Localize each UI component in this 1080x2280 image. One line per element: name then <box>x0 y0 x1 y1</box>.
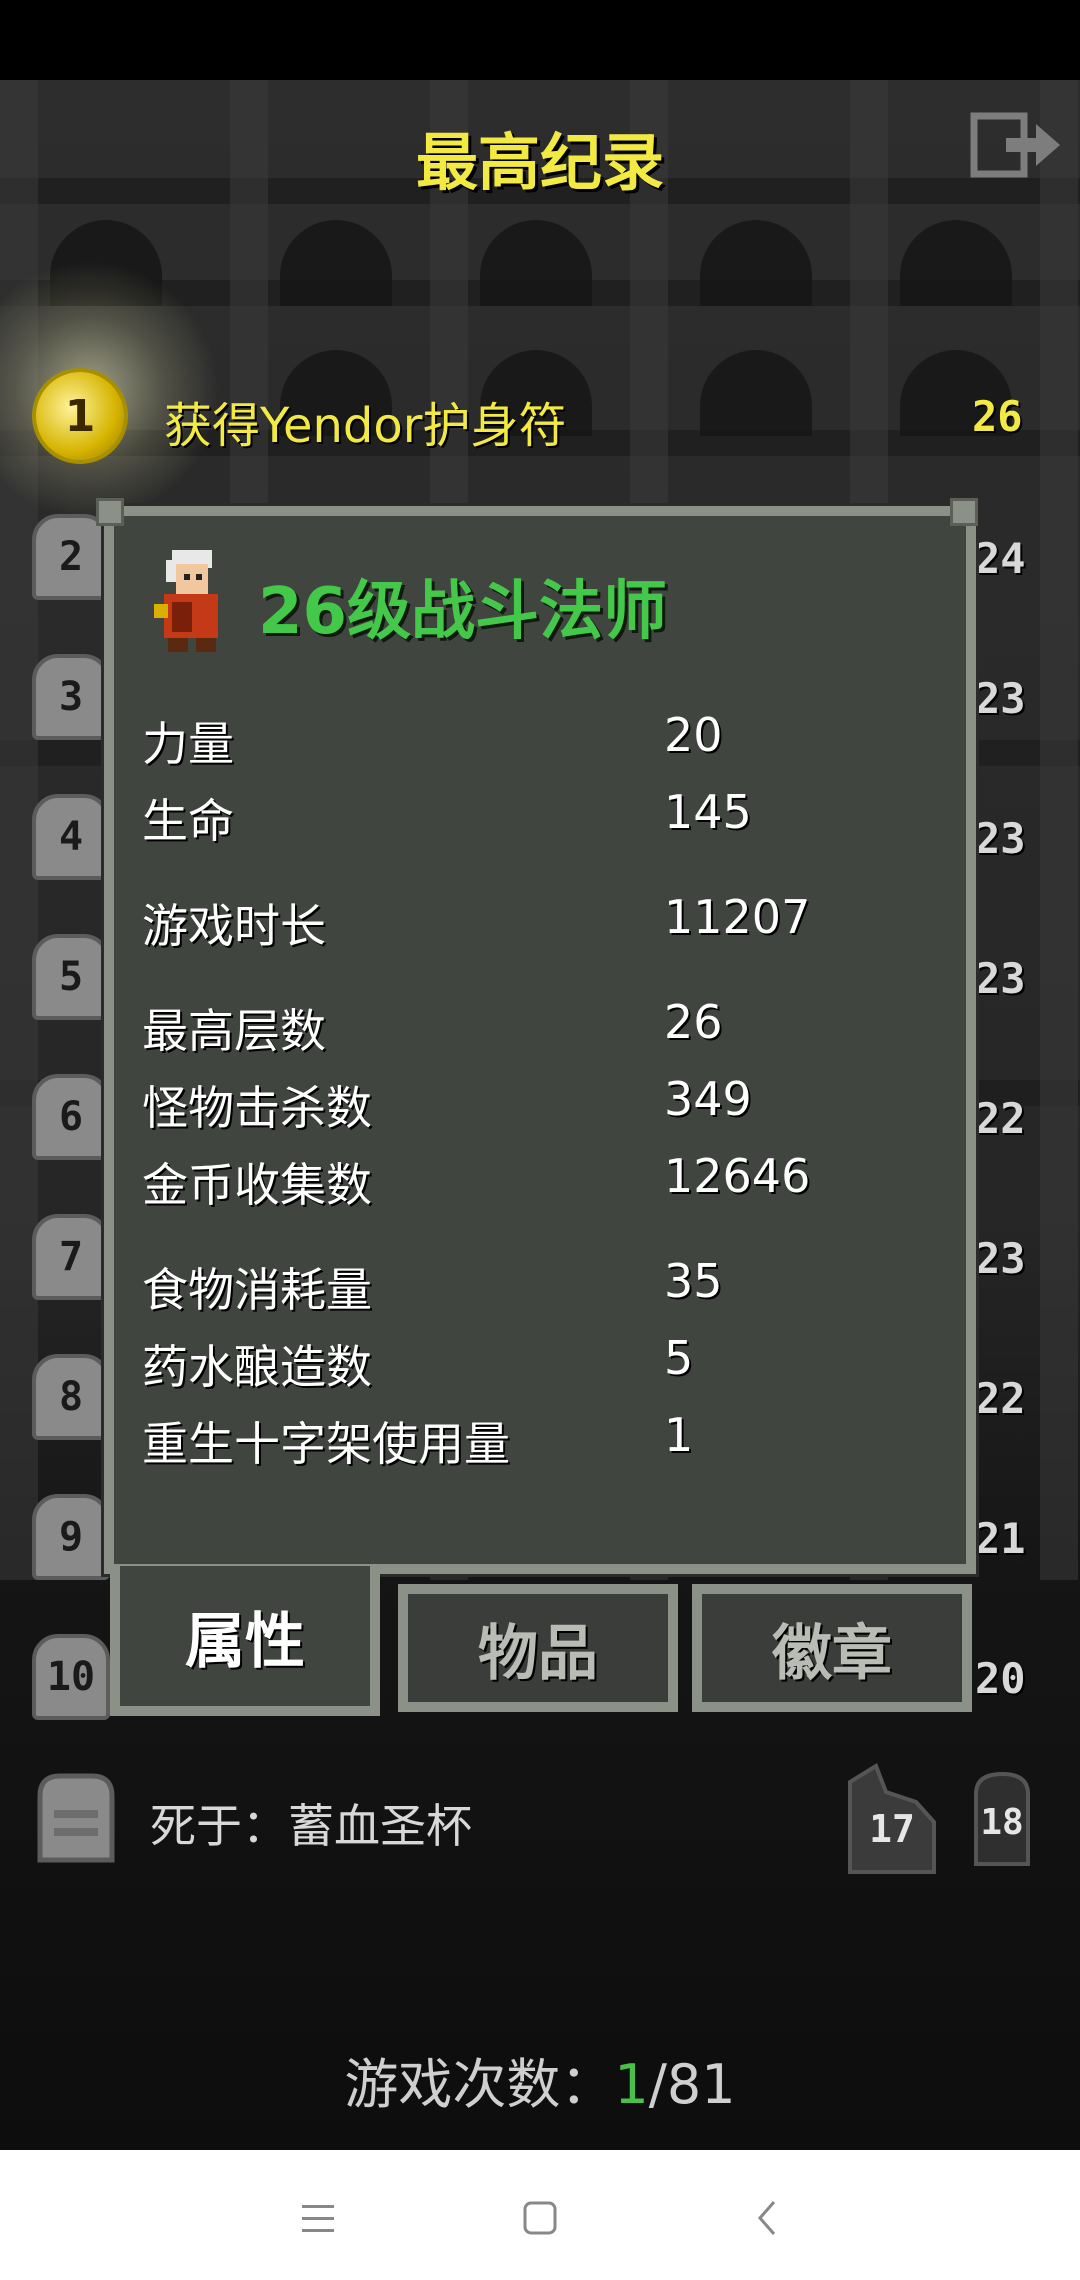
grave-level: 18 <box>980 1802 1023 1843</box>
tombstone-icon: 18 <box>974 1771 1030 1866</box>
stat-value: 20 <box>664 708 723 762</box>
battle-mage-hero-icon <box>154 550 218 652</box>
tab-attributes[interactable]: 属性 <box>110 1566 380 1716</box>
rank-level: 22 <box>975 1094 1026 1143</box>
rank-level: 23 <box>975 814 1026 863</box>
rank1-description[interactable]: 获得Yendor护身符 <box>164 386 566 456</box>
rank1-level: 26 <box>972 392 1023 441</box>
tombstone-icon[interactable]: 10 <box>32 1634 110 1720</box>
stat-label: 游戏时长 <box>142 899 326 953</box>
amulet-medal-icon: 1 <box>32 368 128 464</box>
tombstone-icon[interactable]: 5 <box>32 934 110 1020</box>
tombstone-icon[interactable]: 7 <box>32 1214 110 1300</box>
stat-value: 11207 <box>664 890 811 944</box>
rank-level: 23 <box>975 954 1026 1003</box>
stat-label: 怪物击杀数 <box>142 1081 372 1135</box>
tombstone-icon[interactable]: 9 <box>32 1494 110 1580</box>
tombstone-icon[interactable]: 3 <box>32 654 110 740</box>
stat-value: 35 <box>664 1254 723 1308</box>
hero-title: 26级战斗法师 <box>258 575 668 649</box>
rank-level: 21 <box>975 1514 1026 1563</box>
tombstone-icon[interactable]: 4 <box>32 794 110 880</box>
tab-items[interactable]: 物品 <box>398 1584 678 1712</box>
stat-value: 145 <box>664 785 752 839</box>
back-icon[interactable] <box>738 2188 798 2248</box>
page-title: 最高纪录 <box>415 126 664 199</box>
tombstone-icon[interactable] <box>34 1770 118 1866</box>
stat-value: 12646 <box>664 1149 811 1203</box>
status-bar <box>0 0 1080 80</box>
games-count: 游戏次数：1/81 <box>0 2040 1080 2119</box>
games-label: 游戏次数： <box>344 2053 615 2116</box>
stat-label: 最高层数 <box>142 1004 326 1058</box>
games-current: 1 <box>614 2053 649 2116</box>
stat-label: 金币收集数 <box>142 1158 372 1212</box>
stat-label: 重生十字架使用量 <box>142 1417 510 1471</box>
dialog-corner <box>950 498 978 526</box>
tombstone-icon[interactable]: 2 <box>32 514 110 600</box>
stat-label: 生命 <box>142 794 234 848</box>
broken-tombstone-icon: 17 <box>848 1763 936 1874</box>
stat-label: 力量 <box>142 717 234 771</box>
exit-icon[interactable] <box>970 112 1062 178</box>
stat-value: 349 <box>664 1072 752 1126</box>
rank-level: 23 <box>975 674 1026 723</box>
games-total: /81 <box>648 2053 736 2116</box>
stat-label: 食物消耗量 <box>142 1263 372 1317</box>
stat-label: 药水酿造数 <box>142 1340 372 1394</box>
system-nav-bar <box>0 2150 1080 2280</box>
home-icon[interactable] <box>510 2188 570 2248</box>
tab-badges[interactable]: 徽章 <box>692 1584 972 1712</box>
stat-value: 1 <box>664 1408 694 1462</box>
rank-level: 23 <box>975 1234 1026 1283</box>
dialog-corner <box>96 498 124 526</box>
death-cause[interactable]: 死于：蓄血圣杯 <box>150 1790 472 1856</box>
tombstone-icon[interactable]: 8 <box>32 1354 110 1440</box>
tombstone-icon[interactable]: 6 <box>32 1074 110 1160</box>
stat-value: 5 <box>664 1331 694 1385</box>
rank-level: 24 <box>975 534 1026 583</box>
stat-value: 26 <box>664 995 723 1049</box>
rank-level: 22 <box>975 1374 1026 1423</box>
grave-level: 17 <box>869 1807 915 1851</box>
rank-level: 20 <box>975 1654 1026 1703</box>
menu-icon[interactable] <box>288 2188 348 2248</box>
